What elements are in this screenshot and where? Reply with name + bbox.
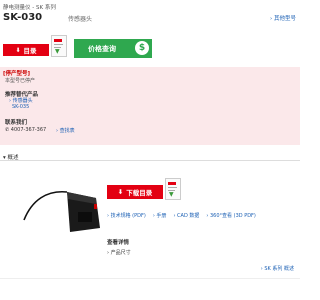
discontinued-title: [停产型号] (3, 71, 31, 77)
divider (0, 278, 300, 279)
divider (0, 160, 300, 161)
find-store-label: 查找表 (59, 128, 75, 134)
dollar-coin-icon: $ (135, 41, 149, 55)
contact-title: 联系我们 (5, 120, 28, 126)
find-store-link[interactable]: › 查找表 (56, 127, 75, 134)
arrow-down-icon: ▼ (169, 191, 174, 198)
catalog-button[interactable]: ⬇ 目录 (3, 44, 49, 56)
manual-link[interactable]: › 手册 (153, 212, 167, 219)
catalog-button-label: 目录 (23, 47, 37, 55)
manual-label: 手册 (156, 213, 167, 219)
cad-data-link[interactable]: › CAD 数据 (173, 212, 199, 219)
other-models-label: 其他型号 (273, 16, 296, 22)
cad-data-label: CAD 数据 (177, 213, 200, 219)
view-3d-label: 360°查看 (3D PDF) (209, 213, 256, 219)
thumbnail-header (168, 182, 176, 185)
thumbnail-line (168, 187, 177, 188)
other-models-link[interactable]: › 其他型号 (270, 14, 296, 22)
thumbnail-header (54, 39, 62, 42)
thumbnail-line (54, 44, 63, 45)
series-overview-label: SK 系列 概述 (264, 266, 294, 272)
spec-pdf-link[interactable]: › 技术规格 (PDF) (107, 212, 146, 219)
price-inquiry-label: 价格查询 (88, 44, 116, 53)
download-icon: ⬇ (15, 46, 21, 54)
details-title: 查看详情 (107, 240, 130, 246)
product-model: SK-030 (3, 12, 43, 23)
product-subtitle: 传感器头 (68, 16, 93, 23)
price-inquiry-button[interactable]: 价格查询 $ (74, 39, 152, 58)
phone-number: ✆ 4007-367-367 (5, 127, 46, 133)
phone-icon: ✆ (5, 127, 10, 133)
discontinued-panel (0, 67, 300, 145)
recommend-item-link[interactable]: › 传感器头 (9, 97, 33, 104)
spec-pdf-label: 技术规格 (PDF) (110, 213, 146, 219)
dimensions-link[interactable]: › 产品尺寸 (107, 249, 131, 256)
catalog-thumbnail[interactable]: ▼ (165, 178, 181, 200)
catalog-thumbnail[interactable]: ▼ (51, 35, 67, 57)
dimensions-label: 产品尺寸 (110, 250, 131, 256)
breadcrumb[interactable]: 静电测量仪 - SK 系列 (3, 3, 56, 11)
resource-links: › 技术规格 (PDF) › 手册 › CAD 数据 › 360°查看 (3D … (107, 212, 256, 219)
series-overview-link[interactable]: › SK 系列 概述 (261, 265, 294, 272)
product-image (23, 191, 100, 232)
chevron-right-icon: › (270, 16, 273, 22)
download-catalog-label: 下载目录 (126, 189, 153, 197)
download-icon: ⬇ (117, 188, 124, 196)
arrow-down-icon: ▼ (55, 48, 60, 55)
discontinued-note: 本型号已停产 (5, 78, 36, 84)
download-catalog-button[interactable]: ⬇ 下载目录 (107, 185, 163, 199)
recommend-model-link[interactable]: SK-035 (12, 104, 29, 110)
phone-label: 4007-367-367 (10, 127, 47, 133)
view-3d-link[interactable]: › 360°查看 (3D PDF) (206, 212, 256, 219)
